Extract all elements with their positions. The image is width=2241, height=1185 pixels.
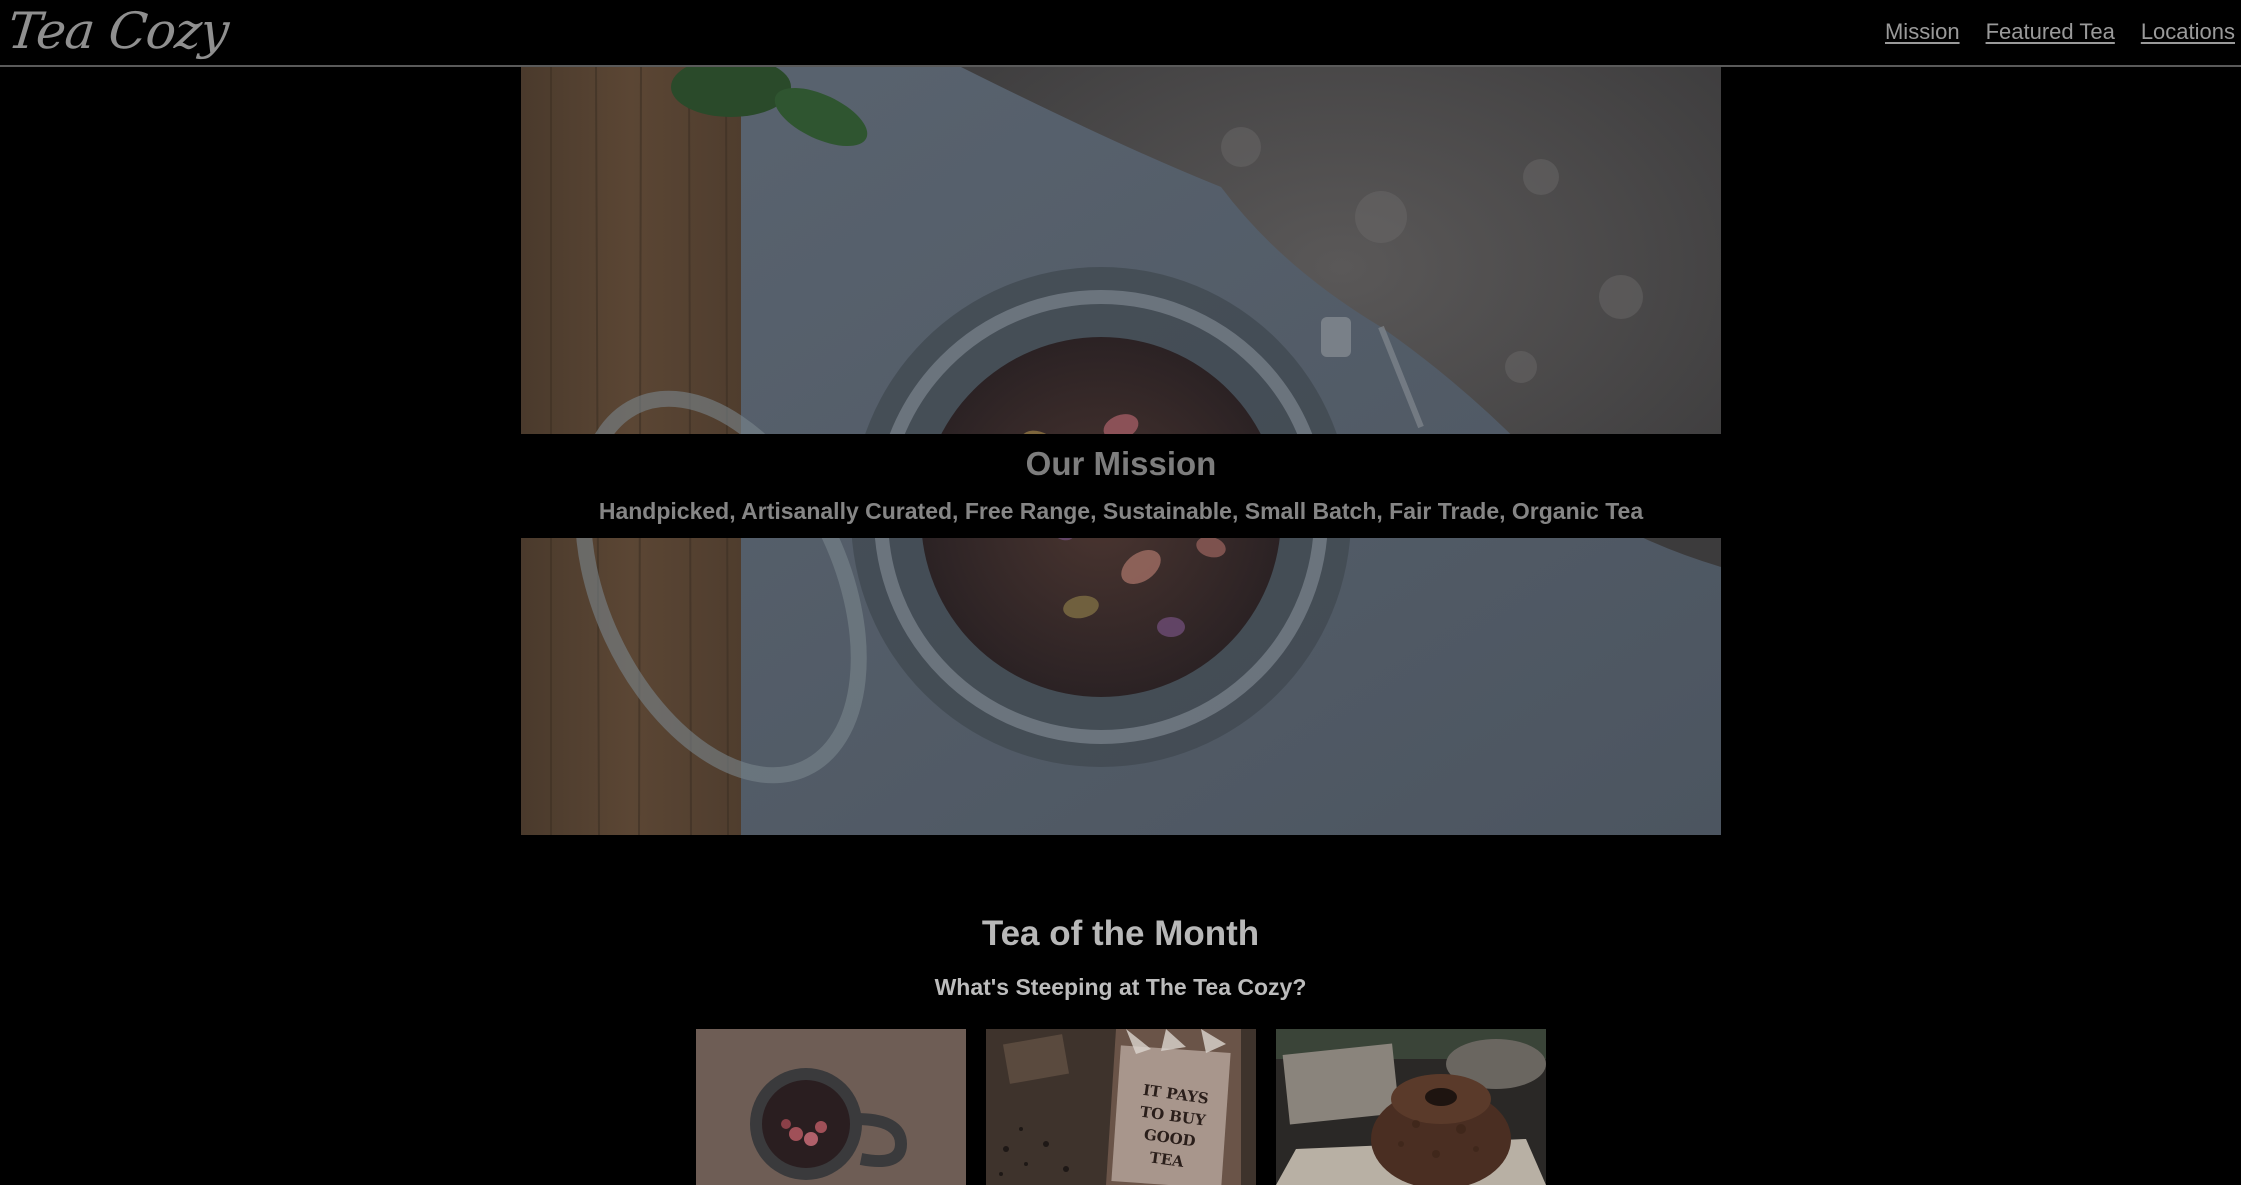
nav-link-locations[interactable]: Locations [2141, 19, 2235, 45]
tea-card-sign-box[interactable]: IT PAYS TO BUY GOOD TEA [986, 1029, 1256, 1185]
mission-subtitle: Handpicked, Artisanally Curated, Free Ra… [598, 498, 1644, 524]
site-logo[interactable]: Tea Cozy [5, 0, 231, 64]
tea-box-image: IT PAYS TO BUY GOOD TEA [986, 1029, 1256, 1185]
tea-of-month-section: Tea of the Month What's Steeping at The … [0, 905, 2241, 1001]
tea-of-month-title: Tea of the Month [981, 914, 1260, 953]
mission-hero: Our Mission Handpicked, Artisanally Cura… [521, 67, 1721, 835]
nav-link-mission[interactable]: Mission [1885, 19, 1960, 45]
main-nav: Mission Featured Tea Locations [1885, 0, 2235, 64]
cake-image [1276, 1029, 1546, 1185]
mission-title: Our Mission [1025, 445, 1217, 482]
tea-card-cake[interactable] [1276, 1029, 1546, 1185]
tea-card-mug[interactable] [696, 1029, 966, 1185]
mission-band: Our Mission Handpicked, Artisanally Cura… [521, 434, 1721, 538]
tea-card-row: IT PAYS TO BUY GOOD TEA [696, 1029, 1546, 1185]
mug-image [696, 1029, 966, 1185]
nav-link-featured-tea[interactable]: Featured Tea [1986, 19, 2115, 45]
tea-of-month-subtitle: What's Steeping at The Tea Cozy? [934, 974, 1307, 1000]
site-header: Tea Cozy Mission Featured Tea Locations [0, 0, 2241, 67]
